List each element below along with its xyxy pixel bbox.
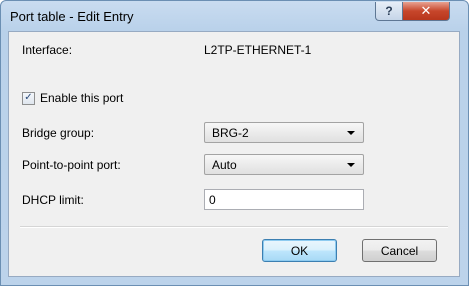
chevron-down-icon (347, 131, 355, 135)
dialog-window: Port table - Edit Entry ? ✕ Interface: L… (0, 0, 469, 286)
dhcp-limit-value: 0 (209, 193, 216, 207)
dhcp-limit-input[interactable]: 0 (204, 189, 364, 210)
help-button[interactable]: ? (375, 2, 403, 21)
interface-value: L2TP-ETHERNET-1 (204, 43, 312, 57)
p2p-port-select[interactable]: Auto (204, 154, 364, 175)
p2p-port-label: Point-to-point port: (22, 158, 121, 172)
ok-button-label: OK (290, 243, 309, 258)
enable-port-label: Enable this port (40, 91, 124, 105)
bridge-group-value: BRG-2 (212, 126, 249, 140)
close-icon: ✕ (420, 3, 432, 18)
title-bar[interactable]: Port table - Edit Entry ? ✕ (1, 1, 468, 31)
divider (20, 226, 448, 228)
bridge-group-label: Bridge group: (22, 126, 95, 140)
bridge-group-select[interactable]: BRG-2 (204, 122, 364, 143)
dialog-title: Port table - Edit Entry (10, 9, 134, 24)
close-button[interactable]: ✕ (402, 2, 450, 21)
interface-label: Interface: (22, 43, 73, 57)
checkmark-icon: ✓ (24, 92, 33, 103)
cancel-button-label: Cancel (380, 243, 419, 258)
p2p-port-value: Auto (212, 158, 237, 172)
dhcp-limit-label: DHCP limit: (22, 193, 84, 207)
enable-port-checkbox[interactable]: ✓ (22, 91, 35, 105)
dialog-body: Interface: L2TP-ETHERNET-1 ✓ Enable this… (8, 31, 460, 277)
chevron-down-icon (347, 163, 355, 167)
help-icon: ? (385, 4, 393, 18)
enable-port-row[interactable]: ✓ Enable this port (22, 91, 123, 105)
cancel-button[interactable]: Cancel (362, 239, 437, 262)
ok-button[interactable]: OK (262, 239, 337, 262)
